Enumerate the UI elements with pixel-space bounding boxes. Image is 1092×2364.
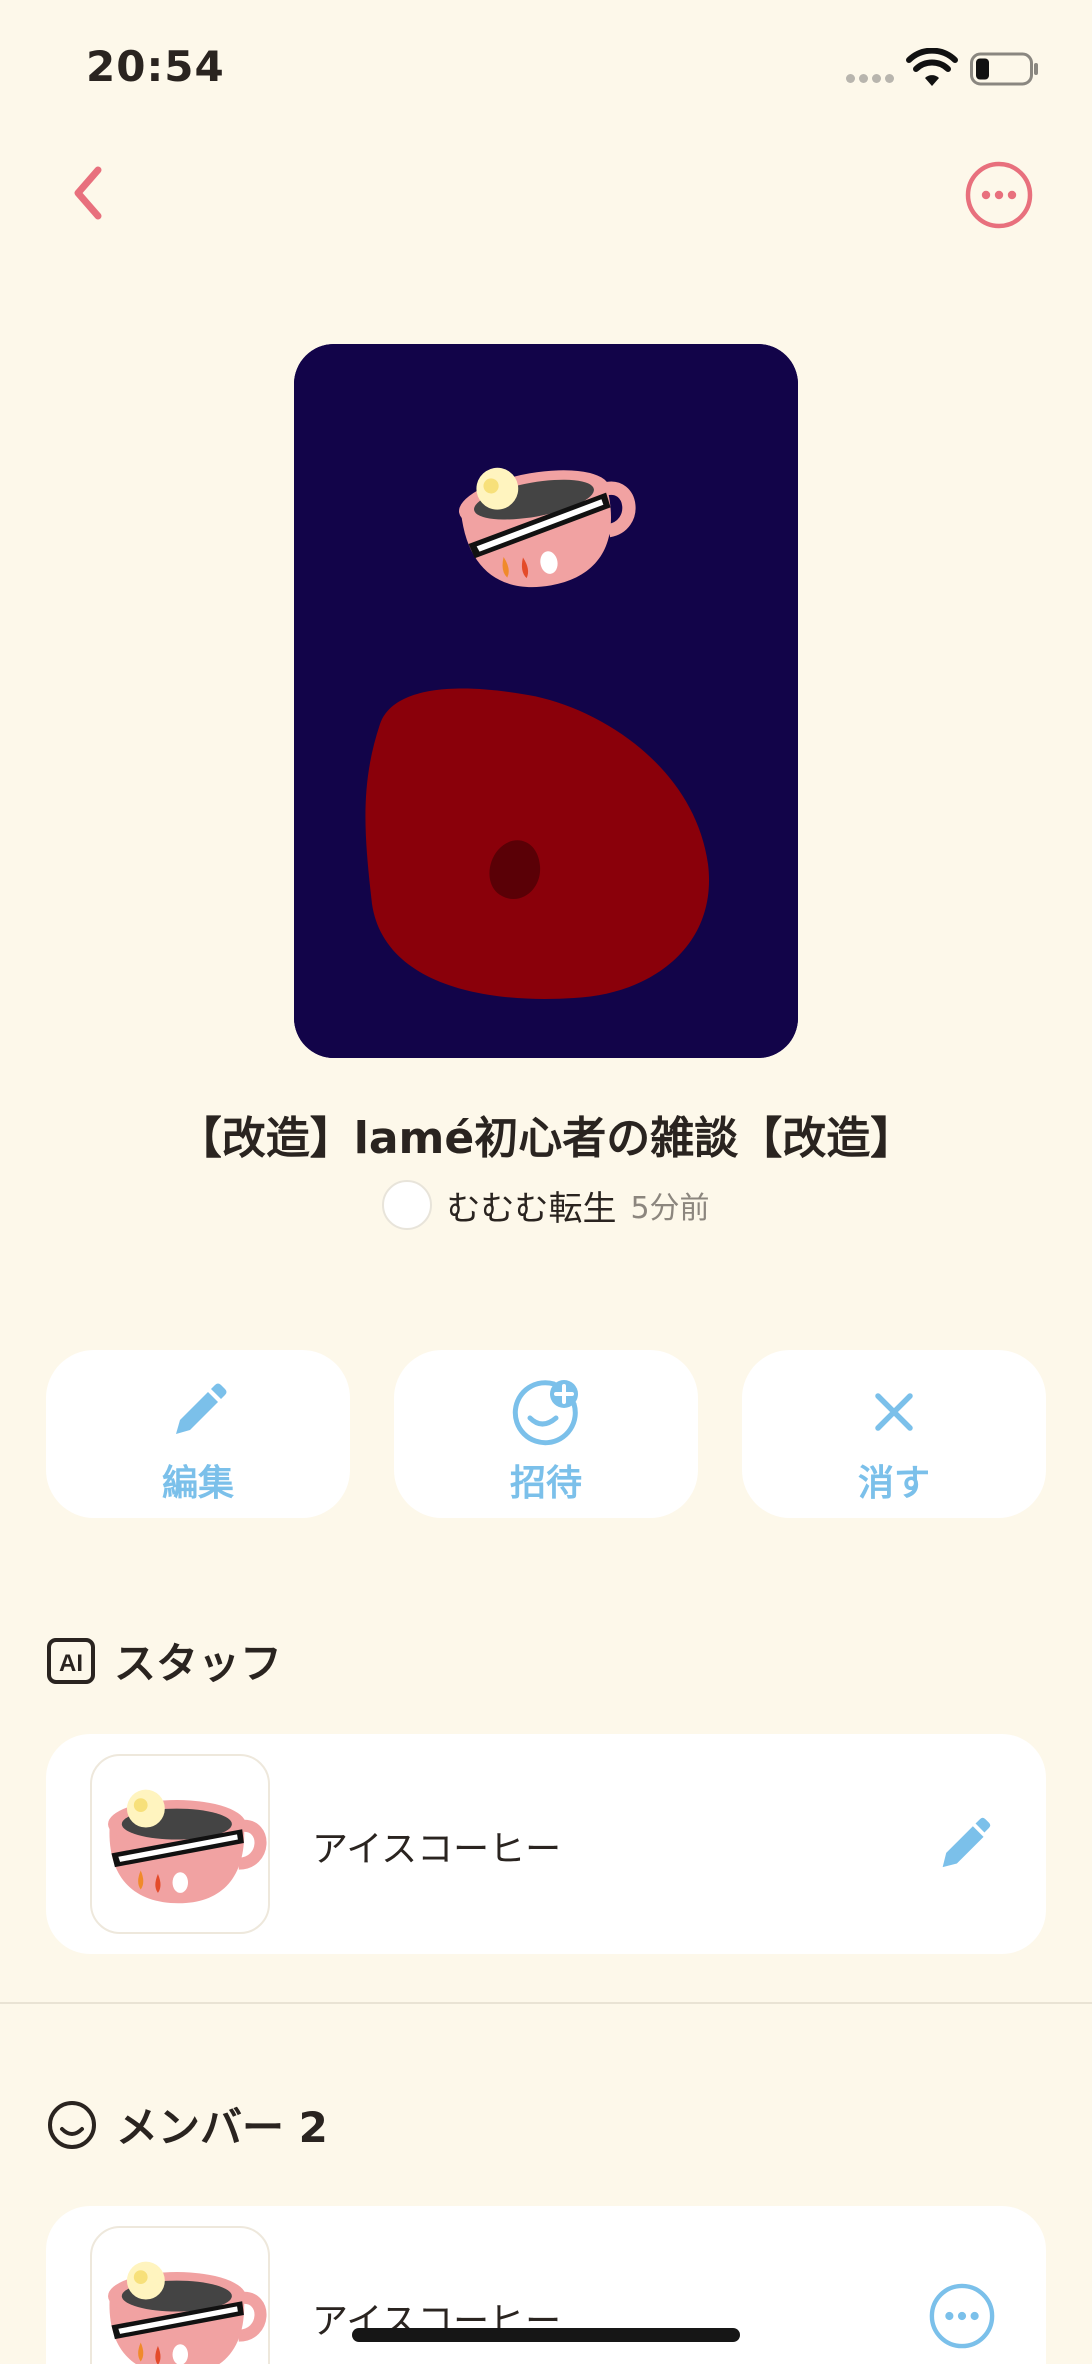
- room-title: 【改造】lamé初心者の雑談【改造】: [177, 1113, 915, 1164]
- invite-button[interactable]: 招待: [394, 1350, 698, 1518]
- staff-avatar: [90, 1754, 270, 1934]
- edit-label: 編集: [161, 1463, 234, 1504]
- back-button[interactable]: [64, 160, 112, 226]
- cover-illustration: [294, 344, 798, 1058]
- edit-button[interactable]: 編集: [46, 1350, 350, 1518]
- section-divider: [0, 2002, 1092, 2004]
- staff-list-item[interactable]: アイスコーヒー: [46, 1734, 1046, 1954]
- room-detail-screen: 20:54 【改造】lamé初心者の雑談【改造】 むむむ転生 5分前 編集 招待…: [0, 0, 1092, 2364]
- add-friend-icon: [512, 1380, 578, 1446]
- member-more-icon[interactable]: [928, 2282, 996, 2350]
- owner-row[interactable]: むむむ転生 5分前: [0, 1180, 1092, 1230]
- edit-staff-pencil-icon[interactable]: [932, 1812, 996, 1876]
- owner-avatar[interactable]: [382, 1180, 433, 1230]
- battery-icon: [970, 52, 1038, 86]
- wifi-icon: [906, 48, 958, 86]
- status-time: 20:54: [86, 42, 225, 91]
- pencil-icon: [176, 1383, 227, 1434]
- signal-icon: [846, 74, 896, 84]
- room-cover-image: [294, 344, 798, 1058]
- smiley-icon: [48, 2100, 96, 2149]
- delete-label: 消す: [857, 1463, 930, 1504]
- status-bar: 20:54: [0, 0, 1092, 130]
- staff-name: アイスコーヒー: [312, 1829, 562, 1870]
- posted-time: 5分前: [630, 1191, 710, 1226]
- svg-text:AI: AI: [59, 1650, 83, 1677]
- members-section-header: メンバー 2: [46, 2094, 328, 2155]
- home-indicator[interactable]: [352, 2328, 740, 2342]
- staff-section-header: AI スタッフ: [46, 1630, 282, 1691]
- more-options-button[interactable]: [964, 160, 1034, 230]
- staff-section-title: スタッフ: [114, 1639, 283, 1688]
- invite-label: 招待: [509, 1463, 582, 1504]
- members-section-title: メンバー 2: [116, 2103, 328, 2152]
- delete-button[interactable]: 消す: [742, 1350, 1046, 1518]
- ai-badge-icon: AI: [47, 1637, 95, 1684]
- member-avatar: [90, 2226, 270, 2364]
- owner-name[interactable]: むむむ転生: [446, 1181, 616, 1230]
- close-icon: [875, 1393, 913, 1431]
